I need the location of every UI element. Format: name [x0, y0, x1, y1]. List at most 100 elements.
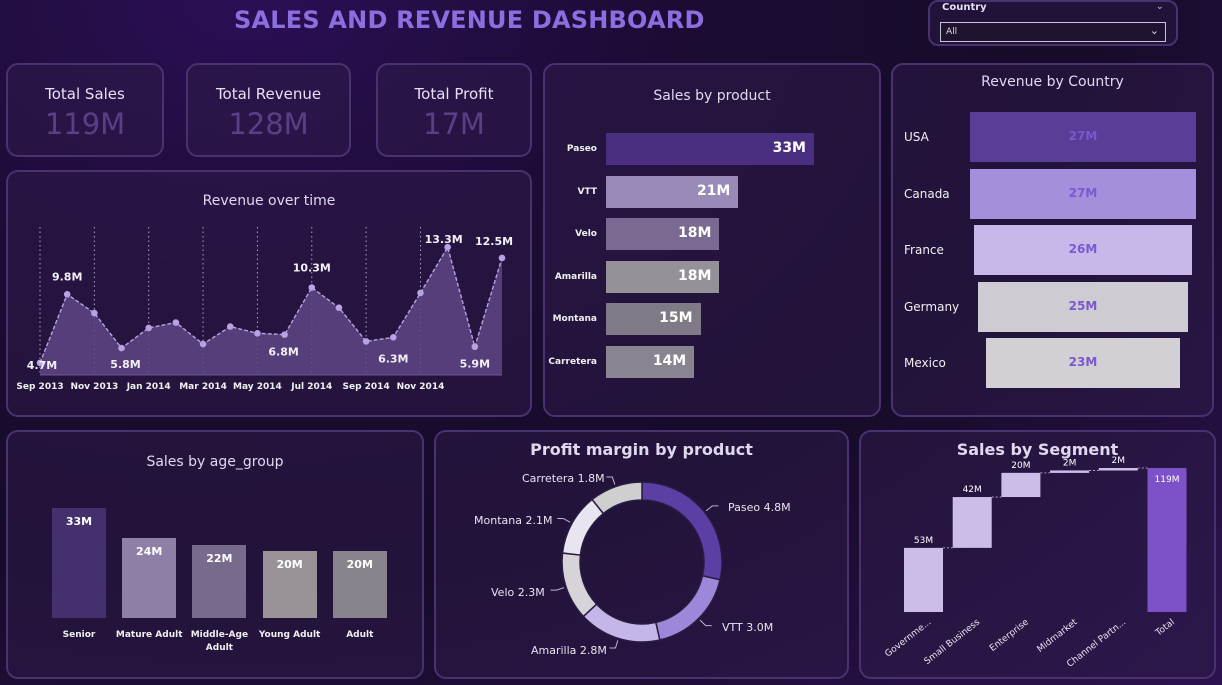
data-point[interactable]: [308, 284, 316, 291]
country-bar[interactable]: 27M: [970, 168, 1196, 219]
leader-line: [557, 517, 571, 523]
age-group-value: 20M: [346, 558, 373, 572]
product-bar[interactable]: 18M: [606, 218, 720, 250]
kpi-value: 17M: [423, 107, 485, 141]
data-point[interactable]: [362, 338, 370, 345]
product-bar[interactable]: 21M: [606, 175, 739, 208]
age-group-label: Middle-Age Adult: [190, 630, 249, 653]
data-point[interactable]: [417, 289, 424, 297]
page-title: SALES AND REVENUE DASHBOARD: [234, 6, 705, 34]
country-bar[interactable]: 27M: [970, 112, 1196, 162]
donut-slice[interactable]: [654, 574, 721, 641]
country-select[interactable]: All ⌄: [940, 22, 1166, 42]
x-tick-label: May 2014: [233, 382, 282, 392]
age-group-bar[interactable]: 20M: [332, 551, 387, 618]
data-point[interactable]: [145, 324, 153, 332]
country-bar[interactable]: 23M: [985, 338, 1181, 388]
data-point[interactable]: [91, 309, 98, 317]
product-value: 15M: [659, 310, 693, 326]
chevron-down-icon[interactable]: ⌄: [1156, 1, 1164, 12]
segment-value: 2M: [1112, 456, 1126, 466]
data-label: 12.5M: [475, 235, 513, 248]
data-point[interactable]: [281, 331, 288, 338]
donut-slice[interactable]: [641, 481, 723, 581]
segment-bar[interactable]: [1147, 468, 1187, 612]
segment-waterfall-chart: 53MGovernme...42MSmall Business20MEnterp…: [883, 456, 1187, 670]
data-label: 6.3M: [378, 352, 408, 365]
age-group-bar[interactable]: 22M: [192, 544, 247, 618]
product-value: 18M: [678, 225, 712, 241]
data-point[interactable]: [118, 344, 125, 352]
data-point[interactable]: [199, 340, 207, 348]
country-label: USA: [904, 130, 929, 144]
profit-margin-donut: Paseo 4.8M VTT 3.0M Amarilla 2.8M Velo 2.3M…: [474, 472, 791, 657]
kpi-label: Total Revenue: [215, 85, 322, 103]
product-bar[interactable]: 14M: [606, 345, 695, 378]
kpi-value: 119M: [44, 107, 126, 141]
product-value: 14M: [652, 352, 687, 369]
age-group-bar[interactable]: 20M: [262, 551, 317, 618]
x-tick-label: Sep 2013: [16, 382, 63, 392]
country-value: 25M: [1068, 298, 1098, 313]
donut-slice[interactable]: [582, 603, 661, 643]
data-label: 10.3M: [293, 262, 331, 275]
country-bar[interactable]: 26M: [973, 225, 1193, 275]
segment-bar[interactable]: [1050, 470, 1090, 473]
donut-slice[interactable]: [591, 481, 643, 515]
data-label: 5.8M: [110, 358, 140, 371]
age-group-label: Young Adult: [258, 630, 321, 640]
revenue-line-chart: Sep 2013 Nov 2013 Jan 2014 Mar 2014 May 2014…: [16, 227, 513, 392]
country-filter-label: Country: [942, 2, 987, 13]
product-value: 21M: [696, 182, 731, 199]
data-point[interactable]: [335, 304, 343, 312]
kpi-label: Total Profit: [414, 85, 494, 103]
data-label: 9.8M: [52, 270, 82, 283]
age-group-bar[interactable]: 33M: [52, 508, 106, 618]
leader-line: [609, 640, 619, 649]
country-label: Germany: [904, 299, 960, 314]
data-point[interactable]: [172, 319, 180, 326]
segment-bar[interactable]: [904, 547, 943, 612]
kpi-total-profit: Total Profit 17M: [376, 63, 532, 157]
country-value: 27M: [1068, 129, 1098, 143]
leader-line: [699, 619, 712, 627]
segment-label: Governme...: [883, 617, 933, 659]
donut-slice[interactable]: [561, 498, 605, 556]
donut-slice[interactable]: [561, 552, 598, 618]
product-bar[interactable]: 15M: [606, 303, 701, 335]
profit-margin-card: Profit margin by product Paseo 4.8M VTT 3…: [434, 430, 849, 679]
x-tick-label: Jan 2014: [126, 382, 171, 392]
country-value: 27M: [1068, 185, 1098, 200]
country-label: France: [904, 243, 944, 257]
country-label: Mexico: [904, 356, 946, 370]
age-group-value: 24M: [136, 545, 163, 558]
segment-bar[interactable]: [1001, 472, 1041, 498]
segment-bar[interactable]: [952, 497, 992, 548]
age-group-value: 20M: [276, 558, 303, 572]
product-bar[interactable]: 33M: [606, 133, 814, 165]
country-bar[interactable]: 25M: [977, 281, 1189, 332]
age-group-value: 33M: [65, 515, 93, 528]
kpi-total-sales: Total Sales 119M: [6, 63, 164, 157]
data-point[interactable]: [226, 323, 234, 330]
slice-label: Amarilla 2.8M: [531, 644, 607, 657]
data-point[interactable]: [254, 329, 261, 337]
segment-value: 53M: [914, 536, 933, 546]
data-label: 4.7M: [27, 359, 57, 372]
segment-value: 2M: [1063, 458, 1077, 468]
segment-bar[interactable]: [1098, 468, 1138, 471]
data-point[interactable]: [63, 290, 71, 298]
chart-title: Revenue by Country: [981, 74, 1124, 90]
product-bar[interactable]: 18M: [606, 260, 720, 293]
data-point[interactable]: [471, 343, 479, 351]
product-label: Paseo: [566, 144, 597, 154]
data-point[interactable]: [389, 334, 397, 341]
slice-label: Paseo 4.8M: [728, 501, 791, 514]
age-group-bar[interactable]: 24M: [122, 538, 177, 618]
x-tick-label: Mar 2014: [179, 382, 227, 392]
age-group-label: Adult: [346, 630, 374, 640]
product-label: VTT: [577, 186, 597, 197]
country-value: 23M: [1068, 355, 1098, 369]
data-point[interactable]: [498, 254, 506, 262]
slice-label: Velo 2.3M: [491, 586, 545, 599]
